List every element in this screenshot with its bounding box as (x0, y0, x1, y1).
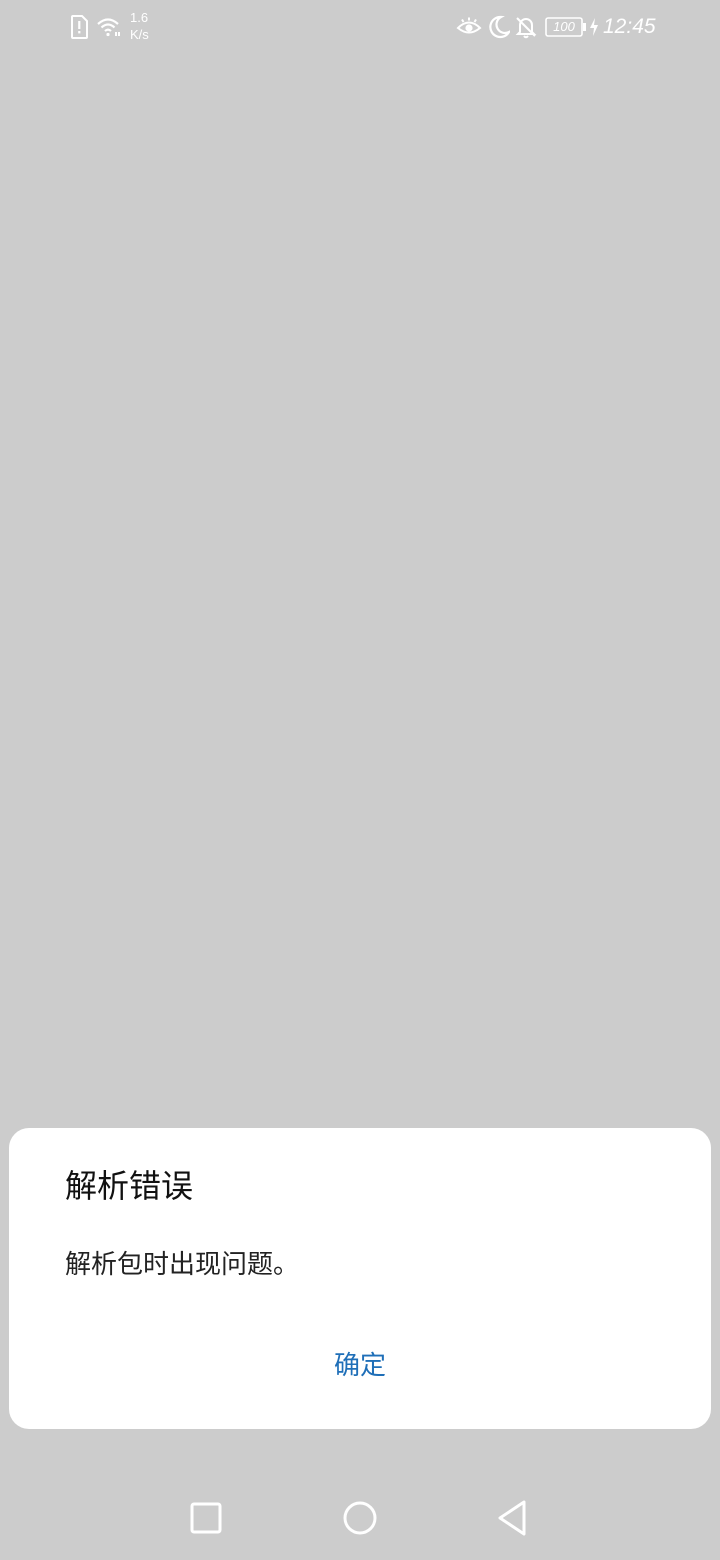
back-button[interactable] (492, 1497, 532, 1539)
back-icon (498, 1500, 526, 1536)
eye-icon (456, 17, 482, 34)
sim-alert-icon (71, 15, 88, 39)
clock: 12:45 (603, 15, 656, 38)
bell-off-icon (515, 17, 537, 39)
wifi-icon (97, 18, 120, 37)
charging-icon (590, 18, 598, 36)
dialog-message: 解析包时出现问题。 (65, 1250, 300, 1280)
network-speed: 1.6 K/s (130, 9, 149, 43)
screen: 1.6 K/s 100 12:45 解析错误 解析包时出现问题。 确定 (0, 0, 720, 1560)
network-speed-value: 1.6 (130, 10, 149, 25)
dialog-title: 解析错误 (65, 1167, 194, 1205)
confirm-button[interactable]: 确定 (280, 1338, 440, 1394)
home-icon (343, 1501, 377, 1535)
network-speed-unit: K/s (130, 27, 149, 42)
battery-level: 100 (553, 19, 575, 34)
error-dialog: 解析错误 解析包时出现问题。 确定 (9, 1128, 711, 1429)
recents-button[interactable] (186, 1498, 226, 1538)
recents-icon (190, 1502, 222, 1534)
battery-icon: 100 (545, 17, 589, 37)
status-bar: 1.6 K/s 100 12:45 (0, 0, 720, 56)
moon-icon (489, 15, 510, 39)
home-button[interactable] (340, 1498, 380, 1538)
